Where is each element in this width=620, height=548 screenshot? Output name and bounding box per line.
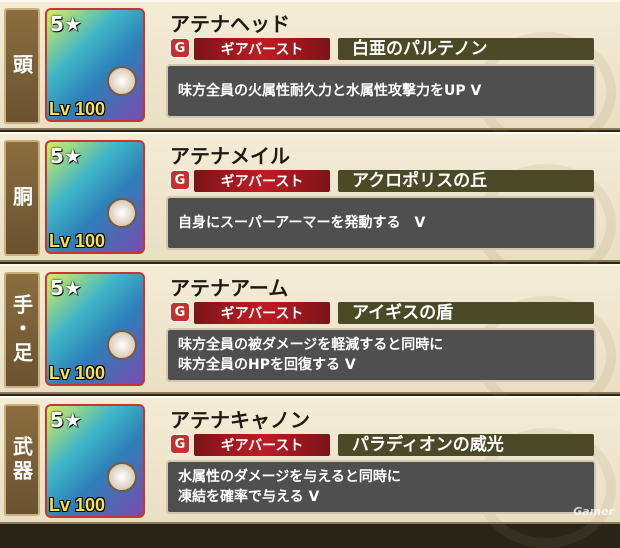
gear-badge-icon	[107, 66, 137, 96]
skill-name: パラディオンの威光	[338, 434, 594, 456]
slot-label: 頭	[4, 8, 40, 124]
skill-type-label: ギアバースト	[194, 38, 330, 60]
skill-type-label: ギアバースト	[194, 170, 330, 192]
skill-description: 水属性のダメージを与えると同時に 凍結を確率で与える V	[166, 460, 596, 514]
slot-label: 武器	[4, 404, 40, 516]
gear-panel-arms: 手・足 5★ Lv 100 アテナアーム G ギアバースト アイギスの盾 味方全…	[0, 264, 620, 416]
g-icon: G	[170, 434, 190, 454]
level-label: Lv 100	[49, 495, 106, 515]
gear-panel-body: 胴 5★ Lv 100 アテナメイル G ギアバースト アクロポリスの丘 自身に…	[0, 132, 620, 284]
skill-description: 味方全員の火属性耐久力と水属性攻撃力をUP V	[166, 64, 596, 118]
gear-icon-weapon[interactable]: 5★ Lv 100	[45, 404, 145, 518]
skill-description: 自身にスーパーアーマーを発動する V	[166, 196, 596, 250]
item-name: アテナメイル	[170, 144, 290, 168]
slot-label: 胴	[4, 140, 40, 256]
skill-name: アクロポリスの丘	[338, 170, 594, 192]
gear-badge-icon	[107, 330, 137, 360]
level-label: Lv 100	[49, 363, 106, 383]
desc-line: 味方全員の火属性耐久力と水属性攻撃力をUP V	[178, 83, 482, 99]
item-name: アテナアーム	[170, 276, 289, 300]
skill-name: アイギスの盾	[338, 302, 594, 324]
gear-badge-icon	[107, 462, 137, 492]
skill-description: 味方全員の被ダメージを軽減すると同時に 味方全員のHPを回復する V	[166, 328, 596, 382]
gear-panel-head: 頭 5★ Lv 100 アテナヘッド G ギアバースト 白亜のパルテノン 味方全…	[0, 0, 620, 152]
item-name: アテナキャノン	[170, 408, 310, 432]
item-name: アテナヘッド	[170, 12, 290, 36]
slot-label: 手・足	[4, 272, 40, 388]
star-rank: 5★	[50, 12, 82, 36]
gear-icon-arms[interactable]: 5★ Lv 100	[45, 272, 145, 386]
gear-icon-body[interactable]: 5★ Lv 100	[45, 140, 145, 254]
level-label: Lv 100	[49, 231, 106, 251]
star-rank: 5★	[50, 276, 82, 300]
desc-line: 水属性のダメージを与えると同時に	[178, 469, 401, 485]
g-icon: G	[170, 302, 190, 322]
desc-line: 味方全員のHPを回復する V	[178, 357, 356, 373]
g-icon: G	[170, 38, 190, 58]
star-rank: 5★	[50, 144, 82, 168]
gear-icon-head[interactable]: 5★ Lv 100	[45, 8, 145, 122]
desc-line: 味方全員の被ダメージを軽減すると同時に	[178, 337, 444, 353]
watermark: Gamer	[573, 505, 614, 518]
desc-line: 凍結を確率で与える V	[178, 489, 320, 505]
skill-name: 白亜のパルテノン	[338, 38, 594, 60]
skill-type-label: ギアバースト	[194, 434, 330, 456]
gear-badge-icon	[107, 198, 137, 228]
star-rank: 5★	[50, 408, 82, 432]
desc-line: 自身にスーパーアーマーを発動する V	[178, 215, 426, 231]
g-icon: G	[170, 170, 190, 190]
skill-type-label: ギアバースト	[194, 302, 330, 324]
level-label: Lv 100	[49, 99, 106, 119]
gear-panel-weapon: 武器 5★ Lv 100 アテナキャノン G ギアバースト パラディオンの威光 …	[0, 396, 620, 548]
